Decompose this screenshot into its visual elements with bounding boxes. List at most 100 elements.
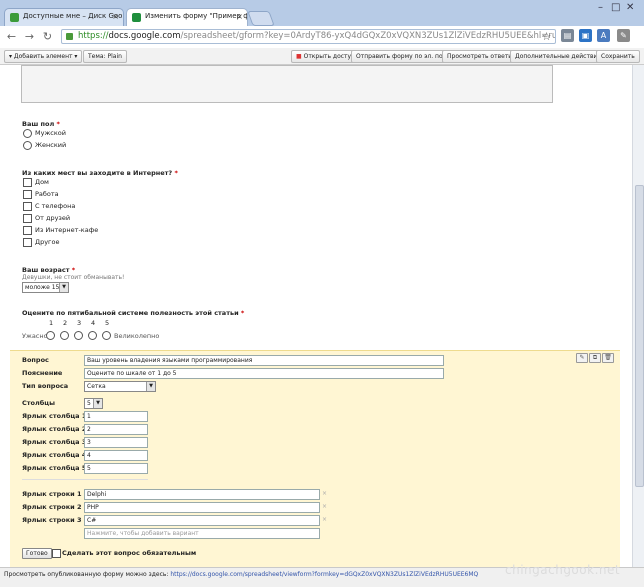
scale-number: 1 [49,319,54,327]
column-label: Ярлык столбца 3 [22,438,87,446]
translate-icon[interactable]: A [597,29,610,42]
input-placeholder: Нажмите, чтобы добавить вариант [87,530,199,537]
tab-edit-form[interactable]: Изменить форму "Пример ф... × [126,8,248,26]
option-label: Мужской [35,129,67,137]
checkbox-phone[interactable] [23,202,32,211]
input-value: 5 [87,465,91,472]
theme-button[interactable]: Тема: Plain [83,50,127,63]
browser-toolbar: ← → ↻ https://docs.google.com/spreadshee… [0,26,644,49]
add-item-button[interactable]: ▾ Добавить элемент ▾ [4,50,83,63]
row-label: Ярлык строки 1 [22,490,82,498]
columns-label: Столбцы [22,399,55,407]
question-input[interactable]: Ваш уровень владения языками программиро… [84,355,444,366]
url-path: /spreadsheet/gform?key=0ArdyT86-yxQ4dGQx… [180,31,556,41]
scrollbar-thumb[interactable] [635,185,644,487]
lock-icon [66,33,73,40]
theme-label: Тема: Plain [88,53,122,60]
question-title: Оцените по пятибальной системе полезност… [22,309,245,317]
delete-row-icon[interactable]: × [322,503,327,510]
duplicate-icon[interactable]: ⧉ [589,353,601,363]
rating-radio-1[interactable] [46,331,55,340]
back-icon[interactable]: ← [4,29,19,44]
checkbox-cafe[interactable] [23,226,32,235]
chevron-down-icon: ▼ [146,382,155,391]
divider [22,479,148,480]
scale-number: 5 [105,319,110,327]
input-value: 1 [87,413,91,420]
forward-icon[interactable]: → [22,29,37,44]
extension-icon[interactable]: ▣ [579,29,592,42]
checkbox-home[interactable] [23,178,32,187]
row-input[interactable]: Delphi [84,489,320,500]
maximize-icon[interactable]: □ [611,2,620,13]
rating-radio-5[interactable] [102,331,111,340]
reload-icon[interactable]: ↻ [40,29,55,44]
close-icon[interactable]: × [112,12,119,21]
done-button[interactable]: Готово [22,548,52,559]
extension-icon[interactable]: ▤ [561,29,574,42]
scale-number: 3 [77,319,82,327]
option-label: С телефона [35,202,76,210]
select-value: Сетка [87,383,106,390]
star-icon[interactable]: ☆ [539,29,554,44]
address-bar[interactable]: https://docs.google.com/spreadsheet/gfor… [61,29,556,44]
option-label: Дом [35,178,49,186]
edit-icon[interactable]: ✎ [576,353,588,363]
explanation-input[interactable]: Оцените по шкале от 1 до 5 [84,368,444,379]
delete-icon[interactable]: 🗑 [602,353,614,363]
input-value: C# [87,517,97,524]
delete-row-icon[interactable]: × [322,490,327,497]
column-input[interactable]: 4 [84,450,148,461]
column-input[interactable]: 3 [84,437,148,448]
input-value: 3 [87,439,91,446]
column-label: Ярлык столбца 2 [22,425,87,433]
minimize-icon[interactable]: – [598,2,603,13]
wrench-icon[interactable]: ✎ [617,29,630,42]
scale-number: 2 [63,319,68,327]
tab-strip: Доступные мне – Диск Goo... × Изменить ф… [0,0,644,26]
column-input[interactable]: 1 [84,411,148,422]
input-value: 2 [87,426,91,433]
rating-radio-2[interactable] [60,331,69,340]
option-label: Другое [35,238,60,246]
close-window-icon[interactable]: ✕ [626,2,634,13]
status-prefix: Просмотреть опубликованную форму можно з… [4,571,171,578]
share-icon: ■ [296,53,302,60]
tab-drive[interactable]: Доступные мне – Диск Goo... × [4,8,124,26]
published-form-link[interactable]: https://docs.google.com/spreadsheet/view… [170,571,478,578]
radio-male[interactable] [23,129,32,138]
input-value: PHP [87,504,99,511]
vertical-scrollbar[interactable] [632,65,644,567]
radio-female[interactable] [23,141,32,150]
chevron-down-icon: ▼ [59,283,68,292]
share-button[interactable]: ■ Открыть доступ [291,50,361,63]
save-label: Сохранить [601,53,635,60]
previous-answer-textarea[interactable] [21,65,553,103]
column-input[interactable]: 2 [84,424,148,435]
row-input[interactable]: PHP [84,502,320,513]
rating-radio-4[interactable] [88,331,97,340]
save-button[interactable]: Сохранить [596,50,640,63]
question-type-select[interactable]: Сетка ▼ [84,381,156,392]
checkbox-friends[interactable] [23,214,32,223]
question-title: Ваш возраст * [22,266,76,274]
columns-select[interactable]: 5 ▼ [84,398,103,409]
row-input[interactable]: C# [84,515,320,526]
column-label: Ярлык столбца 1 [22,412,87,420]
age-select[interactable]: моложе 15 ▼ [22,282,69,293]
column-input[interactable]: 5 [84,463,148,474]
view-answers-label: Просмотреть ответы [447,53,514,60]
question-title: Ваш пол * [22,120,60,128]
explanation-label: Пояснение [22,369,63,377]
required-checkbox[interactable] [52,549,61,558]
option-label: Работа [35,190,59,198]
checkbox-other[interactable] [23,238,32,247]
checkbox-work[interactable] [23,190,32,199]
add-variant-input[interactable]: Нажмите, чтобы добавить вариант [84,528,320,539]
input-value: Оцените по шкале от 1 до 5 [87,370,177,377]
option-label: От друзей [35,214,71,222]
rating-radio-3[interactable] [74,331,83,340]
delete-row-icon[interactable]: × [322,516,327,523]
close-icon[interactable]: × [236,12,243,21]
new-tab-button[interactable] [247,11,275,26]
